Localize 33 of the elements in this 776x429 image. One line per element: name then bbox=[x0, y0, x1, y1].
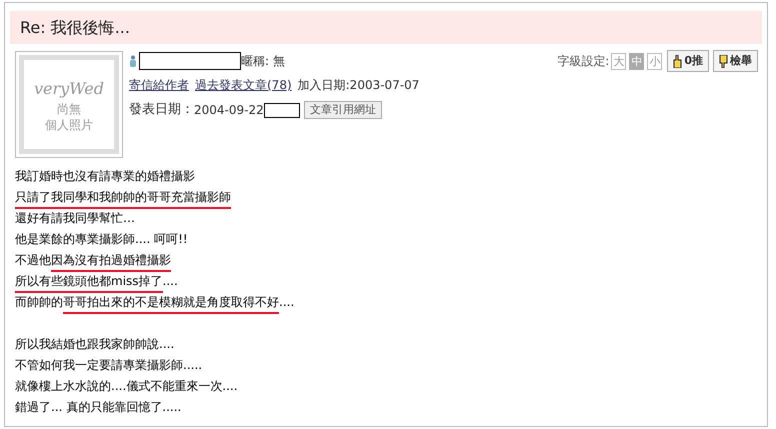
thumbs-down-icon bbox=[719, 54, 728, 68]
underlined-text: 只請了我同學和我帥帥的哥哥充當攝影師 bbox=[15, 188, 231, 209]
post-date-label: 發表日期： bbox=[129, 101, 194, 120]
join-date: 加入日期:2003-07-07 bbox=[298, 77, 420, 94]
avatar-caption: 尚無 bbox=[57, 100, 81, 116]
post-text: 而帥帥的 bbox=[15, 294, 63, 311]
post-text: 不管如何我一定要請專業攝影師..... bbox=[15, 357, 202, 374]
post-text: .... bbox=[162, 273, 178, 290]
report-button[interactable]: 檢舉 bbox=[713, 50, 758, 72]
post-text: .... bbox=[279, 294, 294, 311]
post-title: Re: 我很後悔... bbox=[20, 16, 130, 38]
author-link[interactable]: 過去發表文章(78) bbox=[195, 76, 292, 94]
underlined-text: 因為沒有拍過婚禮攝影 bbox=[51, 251, 171, 272]
like-button[interactable]: 0推 bbox=[667, 50, 709, 72]
redacted-box bbox=[264, 102, 300, 118]
nickname: 暱稱: 無 bbox=[241, 53, 285, 70]
user-icon bbox=[129, 55, 137, 67]
font-size-label: 字級設定: bbox=[557, 53, 610, 70]
post-text: 錯過了... 真的只能靠回憶了..... bbox=[15, 399, 182, 416]
author-link[interactable]: 寄信給作者 bbox=[129, 76, 189, 94]
post-text: 就像樓上水水說的....儀式不能重來一次.... bbox=[15, 378, 238, 395]
post-text: 所以我結婚也跟我家帥帥說.... bbox=[15, 336, 174, 353]
post-text: 還好有請我同學幫忙… bbox=[15, 210, 135, 227]
post-text: 我訂婚時也沒有請專業的婚禮攝影 bbox=[15, 168, 195, 185]
underlined-text: 所以有些鏡頭他都miss掉了 bbox=[15, 272, 163, 293]
quote-link-button[interactable]: 文章引用網址 bbox=[304, 101, 382, 119]
thumbs-up-icon bbox=[673, 54, 682, 68]
avatar-logo: veryWed bbox=[34, 78, 104, 100]
avatar-caption: 個人照片 bbox=[45, 116, 93, 132]
post-text: 他是業餘的專業攝影師.... 呵呵!! bbox=[15, 231, 188, 248]
post-date: 2004-09-22 bbox=[194, 102, 264, 119]
underlined-text: 哥哥拍出來的不是模糊就是角度取得不好 bbox=[63, 293, 279, 314]
post-text: 不過他 bbox=[15, 252, 51, 269]
